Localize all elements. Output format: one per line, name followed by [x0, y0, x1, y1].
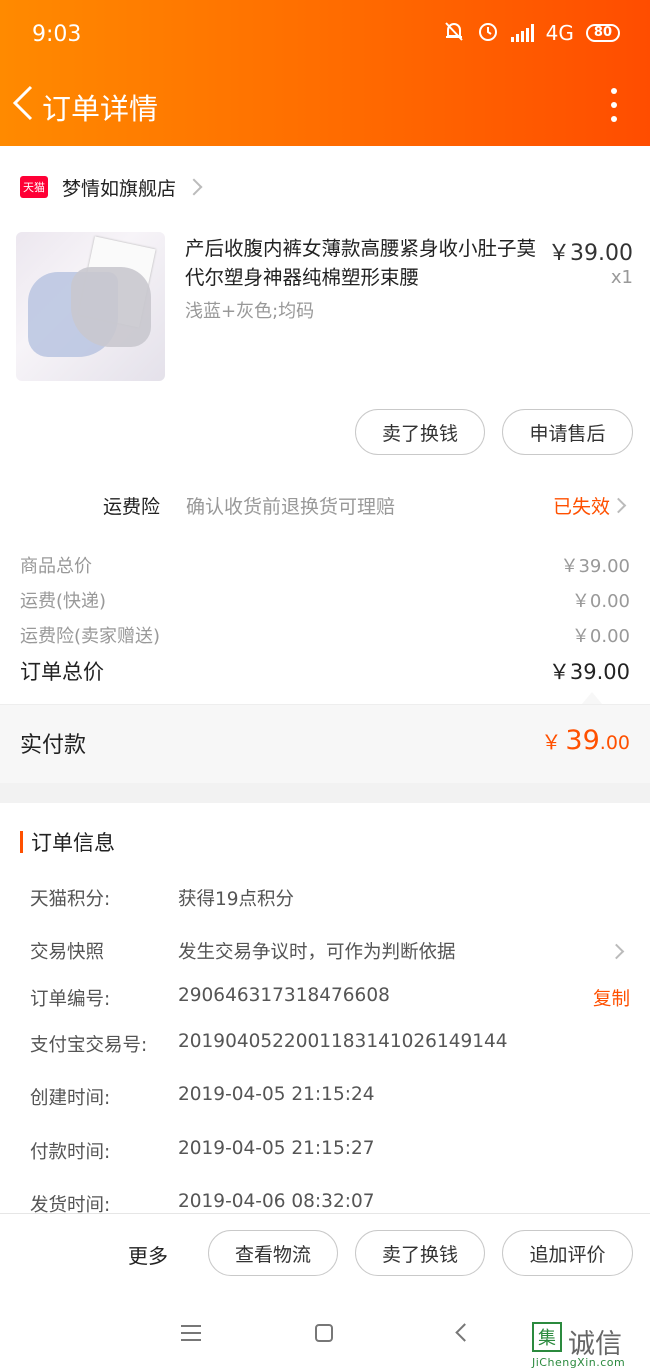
store-name[interactable]: 梦情如旗舰店	[62, 174, 176, 201]
sell-button[interactable]: 卖了换钱	[355, 409, 485, 455]
nav-back-icon[interactable]	[455, 1323, 474, 1342]
view-logistics-button[interactable]: 查看物流	[208, 1230, 338, 1276]
order-info-section: 订单信息 天猫积分: 获得19点积分 交易快照 发生交易争议时，可作为判断依据 …	[0, 803, 650, 1213]
info-key: 付款时间:	[30, 1142, 111, 1163]
insurance-status: 已失效	[552, 496, 610, 518]
info-key: 交易快照	[30, 942, 105, 963]
tmall-badge: 天猫	[20, 176, 48, 198]
product-title[interactable]: 产后收腹内裤女薄款高腰紧身收小肚子莫代尔塑身神器纯棉塑形束腰	[185, 234, 545, 292]
after-sale-button[interactable]: 申请售后	[502, 409, 633, 455]
insurance-desc: 确认收货前退换货可理赔	[186, 496, 396, 518]
order-card: 天猫 梦情如旗舰店 产后收腹内裤女薄款高腰紧身收小肚子莫代尔塑身神器纯棉塑形束腰…	[0, 146, 650, 783]
nav-home-icon[interactable]	[315, 1324, 333, 1342]
status-bar: 9:03 4G 80	[0, 0, 650, 70]
paid-decimal: .00	[599, 732, 630, 754]
fee-label: 商品总价	[20, 556, 92, 577]
order-total-label: 订单总价	[20, 660, 104, 684]
shipping-insurance-row[interactable]: 运费险 确认收货前退换货可理赔 已失效	[0, 482, 650, 526]
info-row-order-number: 订单编号: 290646317318476608 复制	[30, 985, 630, 1015]
store-row[interactable]: 天猫 梦情如旗舰店	[20, 172, 203, 202]
info-value: 2019040522001183141026149144	[178, 1031, 508, 1052]
info-key: 订单编号:	[30, 989, 111, 1010]
battery-icon: 80	[585, 24, 620, 42]
info-key: 天猫积分:	[30, 889, 111, 910]
chevron-right-icon	[610, 497, 627, 514]
info-value: 2019-04-06 08:32:07	[178, 1191, 375, 1212]
watermark: 集 诚信 JiChengXin.com	[532, 1322, 648, 1370]
watermark-url: JiChengXin.com	[532, 1356, 626, 1369]
info-key: 支付宝交易号:	[30, 1035, 148, 1056]
info-value: 发生交易争议时，可作为判断依据	[178, 942, 456, 963]
product-quantity: x1	[610, 267, 633, 288]
fee-label: 运费(快递)	[20, 591, 107, 612]
info-row-shipped-time: 发货时间: 2019-04-06 08:32:07	[30, 1191, 630, 1213]
fee-value: ￥39.00	[560, 556, 630, 577]
network-type: 4G	[545, 21, 574, 45]
info-value: 290646317318476608	[178, 985, 390, 1006]
back-arrow-icon[interactable]	[8, 78, 38, 128]
info-row-points: 天猫积分: 获得19点积分	[30, 885, 630, 915]
info-value: 获得19点积分	[178, 889, 295, 910]
fee-value: ￥0.00	[571, 591, 630, 612]
sell-button[interactable]: 卖了换钱	[355, 1230, 485, 1276]
add-review-button[interactable]: 追加评价	[502, 1230, 633, 1276]
fee-value: ￥0.00	[571, 626, 630, 647]
info-value: 2019-04-05 21:15:27	[178, 1138, 375, 1159]
bottom-action-bar: 更多 查看物流 卖了换钱 追加评价	[0, 1213, 650, 1295]
notch-decor	[582, 692, 602, 704]
paid-label: 实付款	[20, 733, 87, 758]
thumb-decor	[71, 267, 151, 347]
status-icons: 4G 80	[443, 20, 620, 46]
page-title: 订单详情	[42, 92, 159, 126]
product-price: ￥39.00	[548, 241, 633, 266]
more-actions-button[interactable]: 更多	[128, 1240, 168, 1269]
app-header: 9:03 4G 80 订单详情	[0, 0, 650, 146]
order-total-row: 订单总价 ￥39.00	[20, 656, 630, 690]
info-value: 2019-04-05 21:15:24	[178, 1084, 375, 1105]
info-key: 创建时间:	[30, 1088, 111, 1109]
title-bar: 订单详情	[0, 70, 650, 146]
chevron-right-icon	[185, 178, 203, 196]
chevron-right-icon	[608, 943, 625, 960]
paid-value: ￥ 39 .00	[541, 725, 630, 756]
copy-button[interactable]: 复制	[593, 985, 630, 1011]
insurance-label: 运费险	[103, 496, 161, 518]
product-spec: 浅蓝+灰色;均码	[185, 301, 315, 322]
section-accent-bar	[20, 831, 23, 853]
fee-row: 运费险(卖家赠送) ￥0.00	[20, 622, 630, 652]
section-title: 订单信息	[31, 831, 115, 855]
paid-integer: 39	[565, 725, 600, 756]
info-row-snapshot[interactable]: 交易快照 发生交易争议时，可作为判断依据	[30, 938, 630, 968]
fee-row: 运费(快递) ￥0.00	[20, 587, 630, 617]
signal-icon	[510, 24, 534, 42]
info-key: 发货时间:	[30, 1195, 111, 1213]
mute-bell-icon	[443, 20, 465, 46]
fee-row: 商品总价 ￥39.00	[20, 552, 630, 582]
watermark-logo: 集	[532, 1322, 562, 1352]
section-header: 订单信息	[20, 827, 115, 857]
paid-currency: ￥	[541, 730, 562, 754]
alarm-icon	[477, 20, 499, 46]
product-image[interactable]	[16, 232, 165, 381]
info-row-created-time: 创建时间: 2019-04-05 21:15:24	[30, 1084, 630, 1114]
status-time: 9:03	[32, 22, 82, 47]
paid-amount-block: 实付款 ￥ 39 .00	[0, 704, 650, 783]
more-vertical-icon[interactable]	[604, 88, 624, 122]
order-total-value: ￥39.00	[548, 660, 630, 684]
info-row-alipay-number: 支付宝交易号: 2019040522001183141026149144	[30, 1031, 630, 1061]
nav-menu-icon[interactable]	[181, 1325, 201, 1341]
info-row-paid-time: 付款时间: 2019-04-05 21:15:27	[30, 1138, 630, 1168]
fee-label: 运费险(卖家赠送)	[20, 626, 161, 647]
